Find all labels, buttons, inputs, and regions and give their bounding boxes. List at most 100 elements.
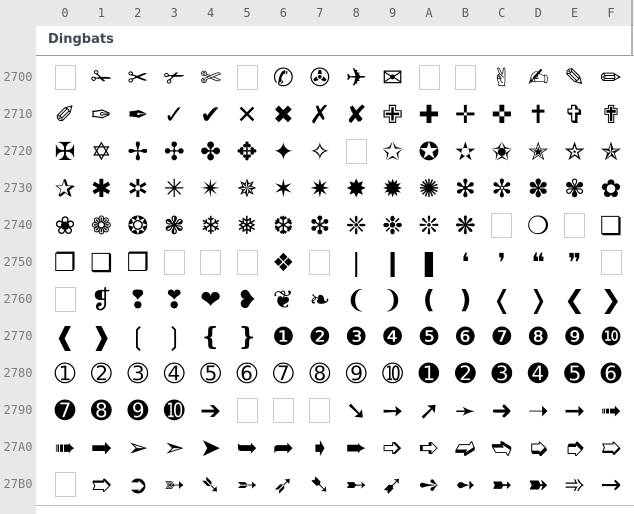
glyph-cell-2775[interactable]: ❵ <box>230 318 264 354</box>
glyph-cell-272B[interactable]: ✫ <box>448 133 482 169</box>
glyph-cell-2734[interactable]: ✴ <box>194 170 228 206</box>
glyph-cell-2790[interactable]: ➐ <box>48 392 82 428</box>
glyph-cell-2746[interactable]: ❆ <box>266 207 300 243</box>
glyph-cell-2731[interactable]: ✱ <box>84 170 118 206</box>
glyph-cell-2779[interactable]: ❹ <box>376 318 410 354</box>
glyph-cell-27A8[interactable]: ➨ <box>339 429 373 465</box>
glyph-cell-2750[interactable]: ❐ <box>48 244 82 280</box>
glyph-cell-27A2[interactable]: ➢ <box>121 429 155 465</box>
glyph-cell-27B1[interactable]: ➱ <box>84 466 118 502</box>
glyph-cell-274B[interactable]: ❋ <box>448 207 482 243</box>
glyph-cell-2799[interactable]: ➙ <box>376 392 410 428</box>
glyph-cell-2722[interactable]: ✢ <box>121 133 155 169</box>
glyph-cell-27AC[interactable]: ➬ <box>485 429 519 465</box>
glyph-cell-2776[interactable]: ❶ <box>266 318 300 354</box>
glyph-cell-27BE[interactable]: ➾ <box>558 466 592 502</box>
glyph-cell-2768[interactable]: ❨ <box>339 281 373 317</box>
glyph-cell-2735[interactable]: ✵ <box>230 170 264 206</box>
glyph-cell-279F[interactable]: ➟ <box>594 392 628 428</box>
glyph-cell-270D[interactable]: ✍ <box>521 59 555 95</box>
glyph-cell-27BF[interactable]: → <box>594 466 628 502</box>
glyph-cell-2716[interactable]: ✖ <box>266 96 300 132</box>
glyph-cell-2719[interactable]: ✙ <box>376 96 410 132</box>
glyph-cell-272D[interactable]: ✭ <box>521 133 555 169</box>
glyph-cell-2759[interactable]: ❙ <box>376 244 410 280</box>
glyph-cell-2732[interactable]: ✲ <box>121 170 155 206</box>
glyph-cell-2765[interactable]: ❥ <box>230 281 264 317</box>
glyph-cell-278B[interactable]: ➋ <box>448 355 482 391</box>
glyph-cell-271E[interactable]: ✞ <box>558 96 592 132</box>
glyph-cell-272A[interactable]: ✪ <box>412 133 446 169</box>
glyph-cell-2783[interactable]: ➃ <box>157 355 191 391</box>
glyph-cell-2789[interactable]: ➉ <box>376 355 410 391</box>
glyph-cell-2778[interactable]: ❸ <box>339 318 373 354</box>
glyph-cell-279A[interactable]: ➚ <box>412 392 446 428</box>
glyph-cell-275B[interactable]: ❛ <box>448 244 482 280</box>
glyph-cell-27A1[interactable]: ➡ <box>84 429 118 465</box>
glyph-cell-2736[interactable]: ✶ <box>266 170 300 206</box>
glyph-cell-276E[interactable]: ❮ <box>558 281 592 317</box>
glyph-cell-2784[interactable]: ➄ <box>194 355 228 391</box>
glyph-cell-274D[interactable]: ❍ <box>521 207 555 243</box>
glyph-cell-27A9[interactable]: ➩ <box>376 429 410 465</box>
glyph-cell-2745[interactable]: ❅ <box>230 207 264 243</box>
glyph-cell-27AB[interactable]: ➫ <box>448 429 482 465</box>
glyph-cell-2712[interactable]: ✒ <box>121 96 155 132</box>
glyph-cell-2793[interactable]: ➓ <box>157 392 191 428</box>
glyph-cell-27B5[interactable]: ➵ <box>230 466 264 502</box>
glyph-cell-278F[interactable]: ➏ <box>594 355 628 391</box>
glyph-cell-2767[interactable]: ❧ <box>303 281 337 317</box>
glyph-cell-2751[interactable]: ❑ <box>84 244 118 280</box>
glyph-cell-27BA[interactable]: ➺ <box>412 466 446 502</box>
glyph-cell-276D[interactable]: ❭ <box>521 281 555 317</box>
glyph-cell-2709[interactable]: ✉ <box>376 59 410 95</box>
glyph-cell-2706[interactable]: ✆ <box>266 59 300 95</box>
glyph-cell-279E[interactable]: ➞ <box>558 392 592 428</box>
glyph-cell-2774[interactable]: ❴ <box>194 318 228 354</box>
glyph-cell-270E[interactable]: ✎ <box>558 59 592 95</box>
glyph-cell-2727[interactable]: ✧ <box>303 133 337 169</box>
glyph-cell-278D[interactable]: ➍ <box>521 355 555 391</box>
glyph-cell-276B[interactable]: ❫ <box>448 281 482 317</box>
glyph-cell-2711[interactable]: ✑ <box>84 96 118 132</box>
glyph-cell-2752[interactable]: ❒ <box>121 244 155 280</box>
glyph-cell-2756[interactable]: ❖ <box>266 244 300 280</box>
glyph-cell-27B3[interactable]: ➳ <box>157 466 191 502</box>
glyph-cell-2713[interactable]: ✓ <box>157 96 191 132</box>
glyph-cell-273D[interactable]: ✽ <box>521 170 555 206</box>
glyph-cell-27B7[interactable]: ➷ <box>303 466 337 502</box>
glyph-cell-278A[interactable]: ➊ <box>412 355 446 391</box>
glyph-cell-2708[interactable]: ✈ <box>339 59 373 95</box>
glyph-cell-2780[interactable]: ➀ <box>48 355 82 391</box>
glyph-cell-271F[interactable]: ✟ <box>594 96 628 132</box>
glyph-cell-27BD[interactable]: ➽ <box>521 466 555 502</box>
glyph-cell-275C[interactable]: ❜ <box>485 244 519 280</box>
glyph-cell-27AA[interactable]: ➪ <box>412 429 446 465</box>
glyph-cell-276F[interactable]: ❯ <box>594 281 628 317</box>
glyph-cell-2704[interactable]: ✄ <box>194 59 228 95</box>
glyph-cell-279C[interactable]: ➜ <box>485 392 519 428</box>
glyph-cell-271B[interactable]: ✛ <box>448 96 482 132</box>
glyph-cell-2723[interactable]: ✣ <box>157 133 191 169</box>
glyph-cell-27A6[interactable]: ➦ <box>266 429 300 465</box>
glyph-cell-2744[interactable]: ❄ <box>194 207 228 243</box>
glyph-cell-273E[interactable]: ✾ <box>558 170 592 206</box>
glyph-cell-2788[interactable]: ➈ <box>339 355 373 391</box>
glyph-cell-2749[interactable]: ❉ <box>376 207 410 243</box>
glyph-cell-2725[interactable]: ✥ <box>230 133 264 169</box>
glyph-cell-272F[interactable]: ✯ <box>594 133 628 169</box>
glyph-cell-27BB[interactable]: ➻ <box>448 466 482 502</box>
glyph-cell-2748[interactable]: ❈ <box>339 207 373 243</box>
glyph-cell-2724[interactable]: ✤ <box>194 133 228 169</box>
glyph-cell-2762[interactable]: ❢ <box>121 281 155 317</box>
glyph-cell-2738[interactable]: ✸ <box>339 170 373 206</box>
glyph-cell-2717[interactable]: ✗ <box>303 96 337 132</box>
glyph-cell-2714[interactable]: ✔ <box>194 96 228 132</box>
glyph-cell-2730[interactable]: ✰ <box>48 170 82 206</box>
glyph-cell-27BC[interactable]: ➼ <box>485 466 519 502</box>
glyph-cell-2786[interactable]: ➆ <box>266 355 300 391</box>
glyph-cell-277D[interactable]: ❽ <box>521 318 555 354</box>
glyph-cell-2740[interactable]: ❀ <box>48 207 82 243</box>
glyph-cell-275E[interactable]: ❞ <box>558 244 592 280</box>
glyph-cell-2773[interactable]: ❳ <box>157 318 191 354</box>
